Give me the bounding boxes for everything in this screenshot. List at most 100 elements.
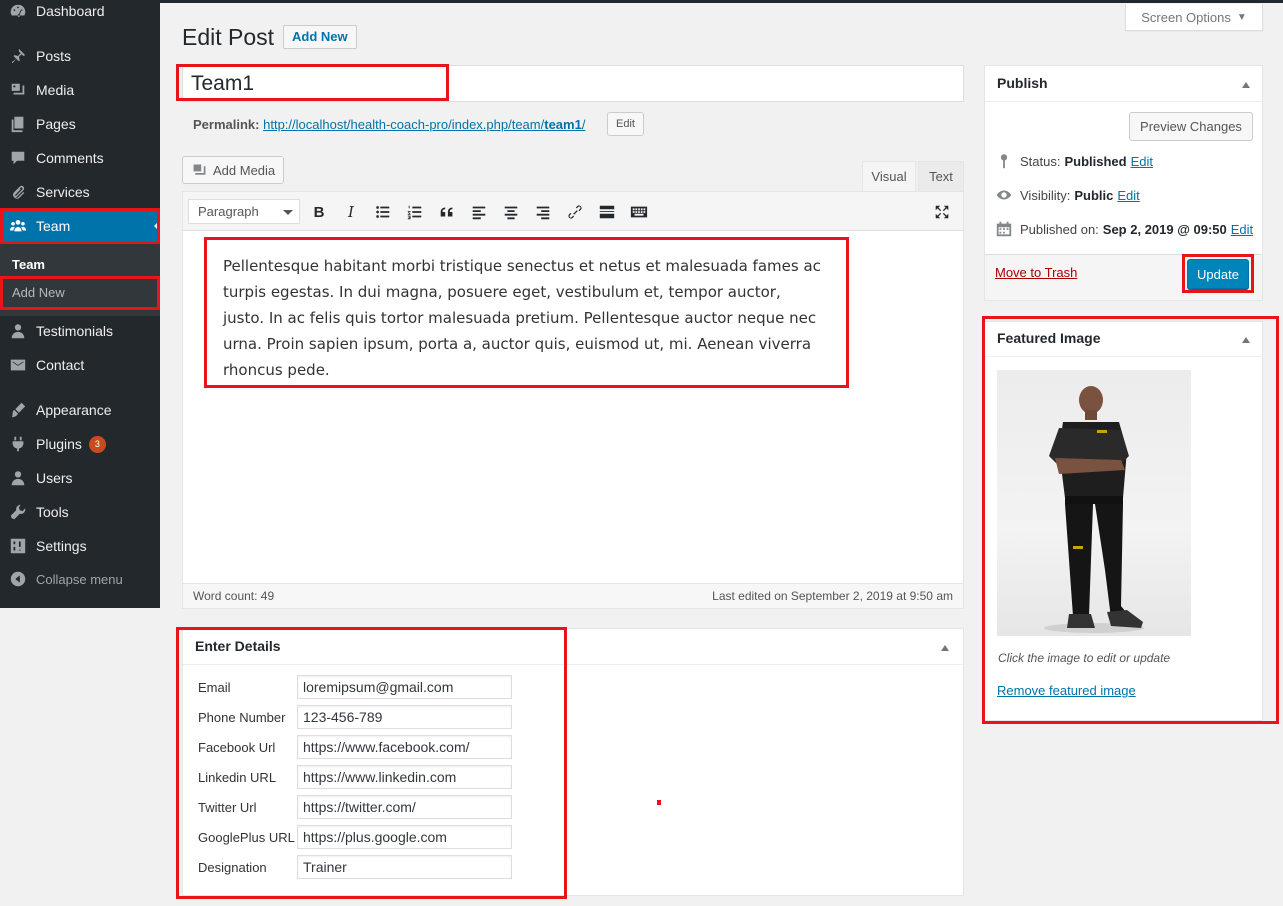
permalink-slug: team1 xyxy=(544,117,582,132)
submenu-item-team[interactable]: Team xyxy=(12,257,45,272)
collapse-icon xyxy=(0,570,36,588)
preview-changes-button[interactable]: Preview Changes xyxy=(1129,112,1253,141)
read-more-icon xyxy=(599,205,615,219)
annotation-highlight-team xyxy=(0,208,160,244)
chevron-down-icon xyxy=(283,210,293,215)
sidebar-item-tools[interactable]: Tools xyxy=(0,495,160,529)
keyboard-icon xyxy=(630,206,648,218)
publish-title: Publish xyxy=(997,75,1048,91)
divider xyxy=(985,101,1262,102)
sidebar-item-services[interactable]: Services xyxy=(0,175,160,209)
numbered-list-button[interactable] xyxy=(402,199,428,225)
paperclip-icon xyxy=(0,183,36,201)
annotation-highlight-content xyxy=(204,237,849,388)
sidebar-item-label: Appearance xyxy=(36,402,112,418)
sidebar-item-label: Plugins xyxy=(36,436,82,452)
status-label: Status: xyxy=(1020,153,1061,169)
sidebar-item-settings[interactable]: Settings xyxy=(0,529,160,563)
sidebar-item-dashboard[interactable]: Dashboard xyxy=(0,0,160,28)
fullscreen-button[interactable] xyxy=(929,199,955,225)
pin-icon xyxy=(0,47,36,65)
sidebar-item-label: Contact xyxy=(36,357,85,373)
bullet-list-button[interactable] xyxy=(370,199,396,225)
insert-link-button[interactable] xyxy=(562,199,588,225)
sidebar-item-users[interactable]: Users xyxy=(0,461,160,495)
sidebar-item-posts[interactable]: Posts xyxy=(0,39,160,73)
annotation-highlight-featured xyxy=(982,316,1279,724)
align-center-button[interactable] xyxy=(498,199,524,225)
last-edited: Last edited on September 2, 2019 at 9:50… xyxy=(712,589,953,603)
visibility-edit-link[interactable]: Edit xyxy=(1117,188,1139,203)
toggle-panel-icon[interactable] xyxy=(1242,82,1250,88)
bold-icon: B xyxy=(313,203,325,221)
status-row: Status: Published Edit xyxy=(995,152,1153,170)
sidebar-item-label: Posts xyxy=(36,48,72,64)
italic-button[interactable]: I xyxy=(338,199,364,225)
add-new-button[interactable]: Add New xyxy=(283,25,357,49)
sidebar-item-appearance[interactable]: Appearance xyxy=(0,393,160,427)
word-count: Word count: 49 xyxy=(193,589,275,603)
visibility-value: Public xyxy=(1074,187,1114,203)
permalink-end: / xyxy=(581,117,586,132)
toolbar-toggle-button[interactable] xyxy=(626,199,652,225)
status-edit-link[interactable]: Edit xyxy=(1131,154,1153,169)
visibility-row: Visibility: Public Edit xyxy=(995,186,1140,204)
sidebar-item-pages[interactable]: Pages xyxy=(0,107,160,141)
link-icon xyxy=(568,205,582,219)
page-title: Edit Post xyxy=(182,24,275,50)
sidebar-item-plugins[interactable]: Plugins 3 xyxy=(0,427,160,461)
blockquote-button[interactable] xyxy=(434,199,460,225)
numbered-list-icon xyxy=(407,205,422,220)
sidebar-item-label: Comments xyxy=(36,150,104,166)
screen-options-label: Screen Options xyxy=(1141,9,1231,25)
plugins-update-badge: 3 xyxy=(88,435,106,453)
tab-text[interactable]: Text xyxy=(918,161,964,191)
caret-down-icon: ▼ xyxy=(1236,11,1247,23)
bold-button[interactable]: B xyxy=(306,199,332,225)
sidebar-item-label: Settings xyxy=(36,538,87,554)
bullet-list-icon xyxy=(376,206,390,218)
format-select-value: Paragraph xyxy=(198,204,259,219)
annotation-highlight-details xyxy=(176,627,567,899)
align-left-icon xyxy=(472,206,486,220)
align-center-icon xyxy=(504,206,518,220)
email-icon xyxy=(0,356,36,374)
blockquote-icon xyxy=(440,207,453,217)
screen-options-button[interactable]: Screen Options ▼ xyxy=(1125,4,1263,31)
published-on-edit-link[interactable]: Edit xyxy=(1231,222,1253,237)
annotation-highlight-title xyxy=(176,64,449,101)
media-icon xyxy=(0,81,36,99)
admin-top-bar xyxy=(0,0,1283,3)
sidebar-item-label: Services xyxy=(36,184,90,200)
visibility-label: Visibility: xyxy=(1020,187,1071,203)
move-to-trash-link[interactable]: Move to Trash xyxy=(995,265,1077,280)
permalink-base: http://localhost/health-coach-pro/index.… xyxy=(263,117,545,132)
sidebar-item-media[interactable]: Media xyxy=(0,73,160,107)
sidebar-item-label: Tools xyxy=(36,504,69,520)
permalink-link[interactable]: http://localhost/health-coach-pro/index.… xyxy=(263,117,585,132)
read-more-button[interactable] xyxy=(594,199,620,225)
pin-icon xyxy=(1000,154,1008,169)
collapse-menu-label: Collapse menu xyxy=(36,571,123,587)
editor-tools-area xyxy=(182,136,964,192)
collapse-menu-button[interactable]: Collapse menu xyxy=(0,562,160,596)
toggle-panel-icon[interactable] xyxy=(941,645,949,651)
published-on-row: Published on: Sep 2, 2019 @ 09:50 Edit xyxy=(995,220,1253,238)
permalink-edit-button[interactable]: Edit xyxy=(607,112,644,136)
tab-visual[interactable]: Visual xyxy=(862,161,916,191)
status-value: Published xyxy=(1064,153,1127,169)
wrench-icon xyxy=(0,503,36,521)
italic-icon: I xyxy=(348,203,354,221)
permalink-label: Permalink: xyxy=(193,117,260,132)
eye-icon xyxy=(996,190,1012,200)
format-select[interactable]: Paragraph xyxy=(188,199,300,224)
permalink-row: Permalink: http://localhost/health-coach… xyxy=(193,117,585,132)
add-media-button[interactable]: Add Media xyxy=(182,156,284,184)
align-right-button[interactable] xyxy=(530,199,556,225)
align-left-button[interactable] xyxy=(466,199,492,225)
sidebar-item-contact[interactable]: Contact xyxy=(0,348,160,382)
sidebar-item-label: Testimonials xyxy=(36,323,114,339)
editor-status-bar: Word count: 49 Last edited on September … xyxy=(183,583,963,608)
sidebar-item-testimonials[interactable]: Testimonials xyxy=(0,314,160,348)
sidebar-item-comments[interactable]: Comments xyxy=(0,141,160,175)
